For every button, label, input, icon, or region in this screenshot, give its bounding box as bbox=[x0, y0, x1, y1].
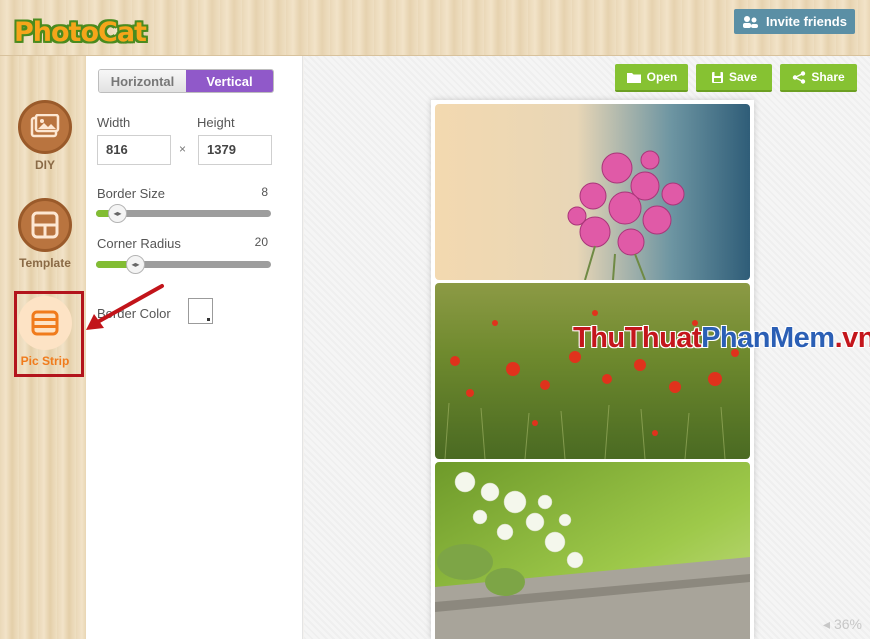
border-size-slider[interactable]: ◂▸ bbox=[96, 204, 271, 223]
invite-friends-label: Invite friends bbox=[766, 14, 847, 29]
sidebar-item-label: DIY bbox=[34, 158, 55, 172]
photo-white-bouquet[interactable] bbox=[435, 462, 750, 639]
height-label: Height bbox=[197, 115, 235, 130]
floppy-icon bbox=[711, 71, 723, 83]
open-button[interactable]: Open bbox=[615, 64, 688, 92]
photo-poppy-field[interactable] bbox=[435, 283, 750, 459]
photocat-app: PhotoCat Invite friends DIY Template Pic… bbox=[0, 0, 870, 639]
sidebar-item-label: Template bbox=[19, 256, 71, 270]
invite-friends-button[interactable]: Invite friends bbox=[734, 9, 855, 34]
corner-radius-slider[interactable]: ◂▸ bbox=[96, 255, 271, 274]
template-icon bbox=[31, 211, 59, 239]
border-color-swatch[interactable] bbox=[188, 298, 213, 324]
width-label: Width bbox=[97, 115, 131, 130]
sidebar-item-diy[interactable]: DIY bbox=[10, 100, 80, 172]
corner-radius-value: 20 bbox=[254, 235, 268, 249]
settings-panel: Horizontal Vertical Width Height 816 × 1… bbox=[86, 56, 303, 639]
share-button[interactable]: Share bbox=[780, 64, 857, 92]
vertical-option[interactable]: Vertical bbox=[186, 70, 273, 92]
height-input[interactable]: 1379 bbox=[198, 135, 272, 165]
photo-strip[interactable] bbox=[431, 100, 754, 639]
corner-radius-slider-thumb[interactable]: ◂▸ bbox=[126, 255, 145, 274]
pic-strip-highlight-box bbox=[14, 291, 84, 377]
border-size-label: Border Size bbox=[97, 186, 165, 201]
photo-pink-roses[interactable] bbox=[435, 104, 750, 280]
top-header: PhotoCat Invite friends bbox=[0, 0, 870, 56]
photocat-logo[interactable]: PhotoCat bbox=[14, 14, 174, 50]
open-label: Open bbox=[646, 70, 678, 84]
corner-radius-label: Corner Radius bbox=[97, 236, 181, 251]
save-label: Save bbox=[728, 70, 758, 84]
watermark-part1: ThuThuat bbox=[573, 322, 702, 354]
red-arrow-annotation bbox=[86, 284, 164, 330]
watermark-part3: .vn bbox=[834, 322, 870, 354]
border-size-value: 8 bbox=[261, 185, 268, 199]
save-button[interactable]: Save bbox=[696, 64, 772, 92]
zoom-level: 36% bbox=[833, 616, 862, 632]
watermark-part2: PhanMem bbox=[701, 322, 835, 354]
width-input[interactable]: 816 bbox=[97, 135, 171, 165]
people-icon bbox=[743, 15, 759, 28]
zoom-indicator[interactable]: ◂ 36% bbox=[823, 616, 862, 633]
sidebar-item-template[interactable]: Template bbox=[10, 198, 80, 270]
horizontal-option[interactable]: Horizontal bbox=[99, 70, 186, 92]
share-icon bbox=[793, 70, 806, 84]
zoom-caret-icon: ◂ bbox=[823, 616, 834, 632]
folder-icon bbox=[626, 72, 641, 83]
share-label: Share bbox=[811, 70, 845, 84]
orientation-toggle: Horizontal Vertical bbox=[98, 69, 274, 93]
photo-icon bbox=[30, 114, 60, 138]
border-size-slider-thumb[interactable]: ◂▸ bbox=[108, 204, 127, 223]
times-sign: × bbox=[179, 142, 187, 156]
watermark-text: ThuThuatPhanMem.vn bbox=[573, 322, 870, 355]
